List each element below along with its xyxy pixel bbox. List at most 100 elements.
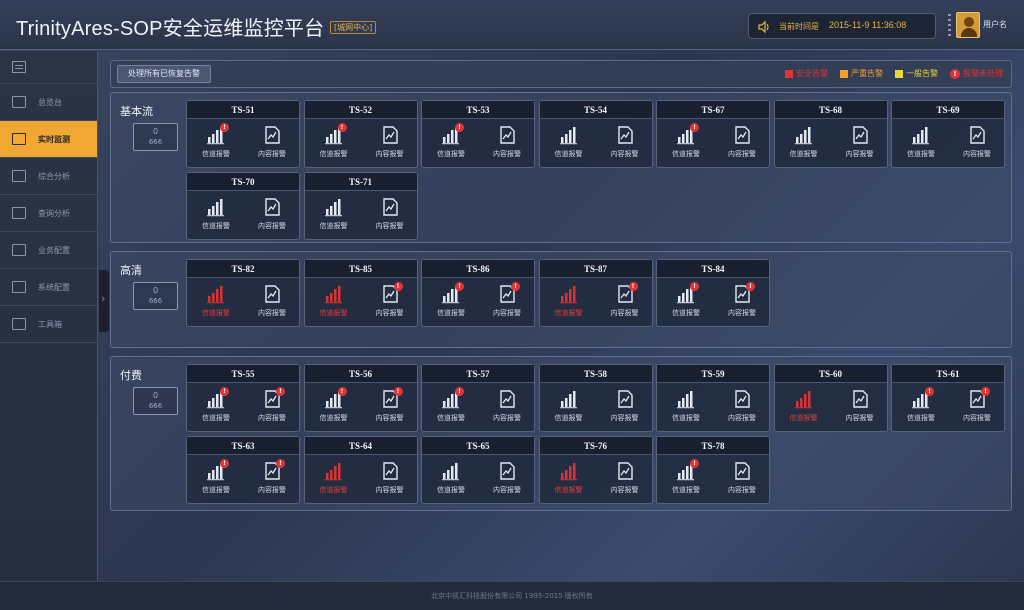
channel-card[interactable]: TS-53! 信道报警 内容报警	[421, 100, 535, 168]
channel-alarm[interactable]: 信道报警	[308, 459, 360, 503]
content-alarm[interactable]: ! 内容报警	[599, 282, 651, 326]
channel-alarm[interactable]: ! 信道报警	[895, 387, 947, 431]
channel-alarm[interactable]: ! 信道报警	[190, 387, 242, 431]
menu-toggle-icon[interactable]	[12, 61, 26, 73]
clear-recovered-alarms-button[interactable]: 处理所有已恢复告警	[117, 65, 211, 83]
content-alarm[interactable]: ! 内容报警	[716, 282, 768, 326]
channel-card[interactable]: TS-69 信道报警 内容报警	[891, 100, 1005, 168]
content-alarm[interactable]: 内容报警	[246, 282, 298, 326]
channel-card[interactable]: TS-84! 信道报警! 内容报警	[656, 259, 770, 327]
content-alarm[interactable]: 内容报警	[246, 123, 298, 167]
channel-alarm[interactable]: 信道报警	[660, 387, 712, 431]
channel-card[interactable]: TS-56! 信道报警! 内容报警	[303, 364, 418, 432]
channel-alarm[interactable]: ! 信道报警	[660, 123, 712, 167]
content-alarm[interactable]: 内容报警	[716, 123, 768, 167]
channel-card[interactable]: TS-67! 信道报警 内容报警	[656, 100, 770, 168]
sidebar-collapse-handle[interactable]	[99, 270, 109, 332]
channel-card[interactable]: TS-85 信道报警! 内容报警	[303, 259, 418, 327]
channel-alarm[interactable]: 信道报警	[543, 282, 595, 326]
channel-alarm[interactable]: 信道报警	[543, 459, 595, 503]
channel-alarm[interactable]: 信道报警	[895, 123, 947, 167]
avatar[interactable]	[956, 12, 980, 38]
sidebar-item-6[interactable]: 工具箱	[0, 306, 97, 343]
content-alarm[interactable]: ! 内容报警	[364, 282, 416, 326]
sidebar-item-2[interactable]: 综合分析	[0, 158, 97, 195]
channel-card[interactable]: TS-63! 信道报警! 内容报警	[186, 436, 300, 504]
channel-card[interactable]: TS-54 信道报警 内容报警	[538, 100, 653, 168]
org-tag[interactable]: [城网中心]	[330, 21, 377, 34]
content-alarm[interactable]: ! 内容报警	[246, 459, 298, 503]
channel-alarm[interactable]: 信道报警	[778, 387, 830, 431]
channel-card[interactable]: TS-52! 信道报警 内容报警	[303, 100, 418, 168]
channel-alarm[interactable]: ! 信道报警	[308, 387, 360, 431]
content-alarm[interactable]: 内容报警	[481, 123, 533, 167]
content-alarm[interactable]: 内容报警	[951, 123, 1003, 167]
channel-alarm[interactable]: 信道报警	[308, 195, 360, 239]
channel-card[interactable]: TS-71 信道报警 内容报警	[303, 172, 418, 240]
channel-alarm[interactable]: ! 信道报警	[425, 282, 477, 326]
counter-sub: 666	[148, 138, 163, 146]
content-alarm[interactable]: ! 内容报警	[364, 387, 416, 431]
sidebar-item-1[interactable]: 实时监测	[0, 121, 97, 158]
channel-alarm[interactable]: ! 信道报警	[425, 123, 477, 167]
content-alarm[interactable]: 内容报警	[364, 123, 416, 167]
channel-card[interactable]: TS-65 信道报警 内容报警	[421, 436, 535, 504]
sidebar-item-0[interactable]: 总览台	[0, 84, 97, 121]
speaker-icon[interactable]	[757, 20, 771, 34]
channel-alarm[interactable]: ! 信道报警	[425, 387, 477, 431]
channel-alarm[interactable]: ! 信道报警	[660, 282, 712, 326]
alert-badge-icon: !	[746, 282, 755, 291]
channel-card[interactable]: TS-70 信道报警 内容报警	[186, 172, 300, 240]
channel-card[interactable]: TS-59 信道报警 内容报警	[656, 364, 770, 432]
channel-card[interactable]: TS-57! 信道报警 内容报警	[421, 364, 535, 432]
content-alarm[interactable]: 内容报警	[834, 387, 886, 431]
group-counter[interactable]: 0 666	[133, 123, 178, 151]
content-alarm[interactable]: ! 内容报警	[246, 387, 298, 431]
channel-card[interactable]: TS-60 信道报警 内容报警	[773, 364, 888, 432]
content-alarm[interactable]: 内容报警	[716, 459, 768, 503]
sidebar-item-4[interactable]: 业务配置	[0, 232, 97, 269]
group-counter[interactable]: 0 666	[133, 282, 178, 310]
content-alarm[interactable]: 内容报警	[716, 387, 768, 431]
channel-alarm[interactable]: 信道报警	[190, 282, 242, 326]
content-alarm[interactable]: 内容报警	[834, 123, 886, 167]
alert-badge-icon: !	[455, 282, 464, 291]
content-alarm[interactable]: 内容报警	[364, 195, 416, 239]
channel-card[interactable]: TS-55! 信道报警! 内容报警	[186, 364, 300, 432]
channel-card[interactable]: TS-87 信道报警! 内容报警	[538, 259, 653, 327]
channel-card[interactable]: TS-61! 信道报警! 内容报警	[891, 364, 1005, 432]
username[interactable]: 用户名	[983, 19, 1007, 30]
channel-card[interactable]: TS-64 信道报警 内容报警	[303, 436, 418, 504]
channel-alarm[interactable]: 信道报警	[190, 195, 242, 239]
channel-alarm[interactable]: 信道报警	[778, 123, 830, 167]
channel-alarm[interactable]: ! 信道报警	[660, 459, 712, 503]
content-alarm[interactable]: 内容报警	[599, 459, 651, 503]
channel-alarm[interactable]: 信道报警	[425, 459, 477, 503]
channel-card[interactable]: TS-78! 信道报警 内容报警	[656, 436, 770, 504]
content-alarm[interactable]: 内容报警	[364, 459, 416, 503]
channel-alarm[interactable]: 信道报警	[308, 282, 360, 326]
group-counter[interactable]: 0 666	[133, 387, 178, 415]
content-alarm[interactable]: 内容报警	[599, 387, 651, 431]
channel-alarm[interactable]: ! 信道报警	[308, 123, 360, 167]
content-alarm[interactable]: 内容报警	[599, 123, 651, 167]
channel-card[interactable]: TS-86! 信道报警! 内容报警	[421, 259, 535, 327]
channel-alarm[interactable]: 信道报警	[543, 387, 595, 431]
sidebar-item-5[interactable]: 系统配置	[0, 269, 97, 306]
content-alarm[interactable]: ! 内容报警	[481, 282, 533, 326]
channel-card[interactable]: TS-58 信道报警 内容报警	[538, 364, 653, 432]
sidebar-item-3[interactable]: 查询分析	[0, 195, 97, 232]
channel-alarm[interactable]: ! 信道报警	[190, 123, 242, 167]
channel-card[interactable]: TS-68 信道报警 内容报警	[773, 100, 888, 168]
channel-card[interactable]: TS-82 信道报警 内容报警	[186, 259, 300, 327]
content-alarm[interactable]: 内容报警	[246, 195, 298, 239]
content-alarm[interactable]: ! 内容报警	[951, 387, 1003, 431]
channel-card[interactable]: TS-76 信道报警 内容报警	[538, 436, 653, 504]
channel-alarm[interactable]: ! 信道报警	[190, 459, 242, 503]
channel-alarm[interactable]: 信道报警	[543, 123, 595, 167]
channel-title: TS-82	[187, 260, 299, 278]
channel-card[interactable]: TS-51! 信道报警 内容报警	[186, 100, 300, 168]
alert-badge-icon: !	[337, 123, 347, 132]
content-alarm[interactable]: 内容报警	[481, 459, 533, 503]
content-alarm[interactable]: 内容报警	[481, 387, 533, 431]
